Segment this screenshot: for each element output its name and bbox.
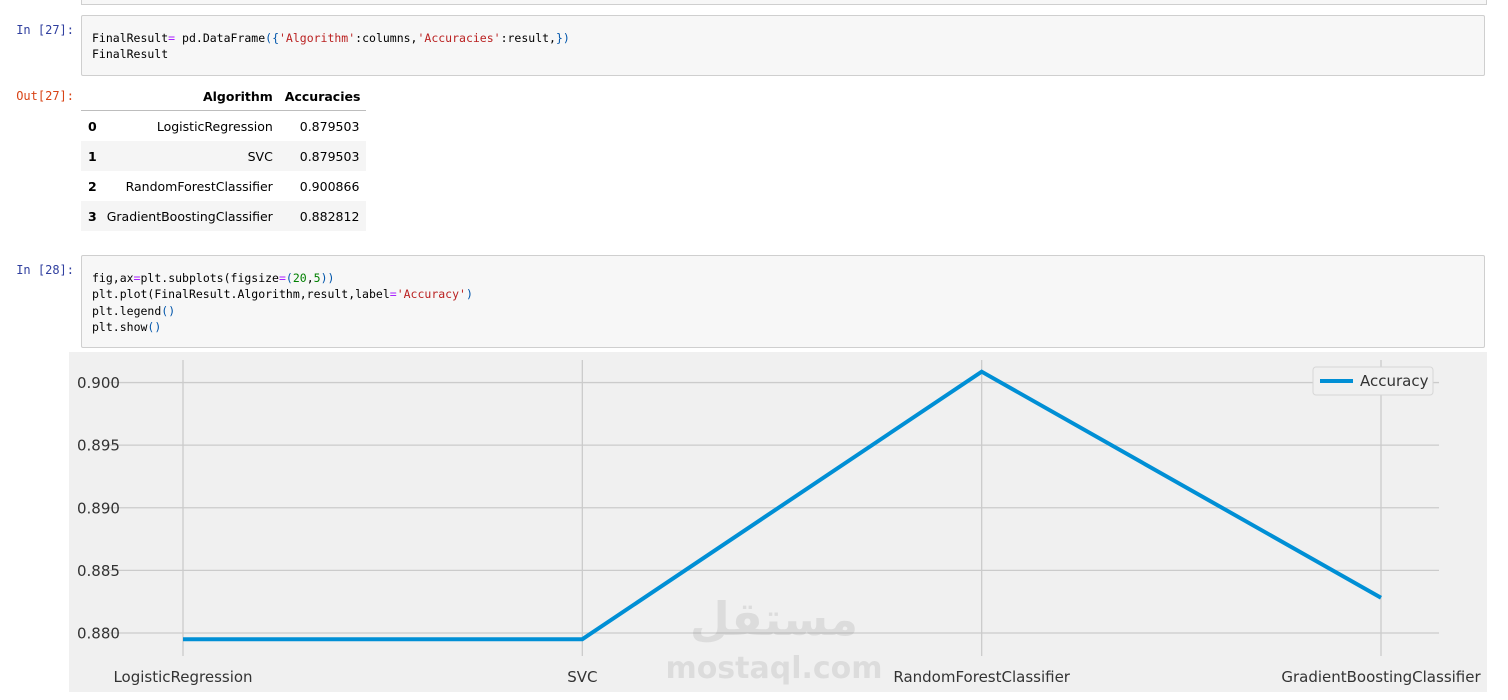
code-token: subplots(figsize: [168, 271, 279, 285]
watermark: مستقل mostaql.com: [665, 592, 882, 686]
x-tick-label: RandomForestClassifier: [893, 668, 1070, 686]
code-token: show: [119, 319, 148, 334]
legend-label: Accuracy: [1360, 372, 1429, 390]
code-token: FinalResult: [92, 31, 169, 45]
watermark-site: mostaql.com: [665, 651, 882, 686]
code-token: (): [161, 303, 176, 318]
code-token: DataFrame: [202, 31, 266, 45]
input-prompt: In [28]:: [16, 263, 74, 277]
row-index: 2: [88, 178, 97, 194]
algorithm-cell: LogisticRegression: [156, 118, 273, 134]
code-token: =: [278, 271, 286, 285]
code-token: )): [320, 271, 335, 285]
code-token: 'Accuracy': [396, 287, 466, 302]
code-token: FinalResult: [92, 47, 169, 62]
code-token: 5: [313, 271, 321, 285]
code-token: 'Accuracies': [417, 31, 501, 45]
code-token: ): [465, 287, 473, 302]
code-line: plt.show(): [92, 319, 1474, 335]
legend: Accuracy: [1312, 366, 1434, 396]
code-token: fig,ax: [92, 271, 134, 285]
code-token: plt: [140, 271, 162, 285]
code-token: .: [112, 287, 120, 302]
y-tick-label: 0.885: [77, 562, 120, 580]
code-token: 20: [292, 271, 307, 285]
code-token: plt: [92, 303, 113, 318]
accuracies-header: Accuracies: [278, 82, 367, 111]
code-token: (): [147, 319, 162, 334]
code-token: plt: [92, 287, 113, 302]
x-tick-label: GradientBoostingClassifier: [1281, 668, 1481, 686]
plot-output: 0.880 0.885 0.890 0.895 0.900 LogisticRegress…: [69, 352, 1487, 692]
code-token: ({: [265, 31, 279, 45]
output-prompt: Out[27]:: [16, 89, 74, 103]
input-prompt: In [27]:: [16, 23, 74, 37]
code-token: pd: [175, 31, 196, 45]
table-row: 2 RandomForestClassifier 0.900866: [81, 171, 367, 201]
code-line: plt.legend(): [92, 303, 1474, 319]
previous-cell-fragment: [81, 0, 1487, 5]
line-chart: 0.880 0.885 0.890 0.895 0.900 LogisticRegress…: [77, 360, 1481, 686]
code-token: .: [195, 31, 203, 45]
y-tick-label: 0.895: [77, 437, 120, 455]
code-token: :result,: [500, 31, 556, 45]
y-tick-label: 0.890: [77, 499, 120, 517]
code-line: FinalResult: [92, 46, 1474, 62]
algorithm-cell: RandomForestClassifier: [125, 178, 273, 194]
code-token: .: [112, 303, 120, 318]
table-row: 1 SVC 0.879503: [81, 141, 367, 171]
x-tick-label: LogisticRegression: [113, 668, 252, 686]
table-header-row: Algorithm Accuracies: [81, 82, 367, 111]
code-line: plt.plot(FinalResult.Algorithm,result,la…: [92, 286, 1474, 302]
accuracy-cell: 0.882812: [299, 208, 360, 224]
table-row: 0 LogisticRegression 0.879503: [81, 110, 367, 141]
x-tick-label: SVC: [567, 668, 597, 686]
algorithm-cell: GradientBoostingClassifier: [106, 208, 273, 224]
row-index: 1: [88, 148, 97, 164]
accuracy-cell: 0.879503: [299, 118, 360, 134]
code-token: .: [112, 319, 120, 334]
row-index: 3: [88, 208, 97, 224]
y-tick-label: 0.880: [77, 624, 120, 642]
code-token: =: [389, 287, 397, 302]
index-header: [81, 82, 101, 111]
code-line: FinalResult= pd.DataFrame({'Algorithm':c…: [92, 30, 1474, 46]
code-token: (: [285, 271, 293, 285]
row-index: 0: [88, 118, 97, 134]
code-token: :columns,: [355, 31, 418, 45]
code-token: legend: [119, 303, 162, 318]
code-cell-27[interactable]: FinalResult= pd.DataFrame({'Algorithm':c…: [81, 15, 1485, 76]
algorithm-header: Algorithm: [100, 82, 279, 111]
code-token: Algorithm,result,label: [237, 287, 390, 302]
code-token: 'Algorithm': [279, 31, 356, 45]
accuracy-cell: 0.900866: [299, 178, 360, 194]
watermark-logo: مستقل: [690, 592, 858, 646]
table-row: 3 GradientBoostingClassifier 0.882812: [81, 201, 367, 231]
code-token: plot(FinalResult: [119, 287, 231, 302]
y-tick-label: 0.900: [77, 374, 120, 392]
algorithm-cell: SVC: [247, 148, 273, 164]
code-cell-28[interactable]: fig,ax=plt.subplots(figsize=(20,5)) plt.p…: [81, 255, 1485, 348]
dataframe-table: Algorithm Accuracies 0 LogisticRegressio…: [81, 82, 367, 231]
code-token: plt: [92, 319, 113, 334]
code-token: ,: [306, 271, 314, 285]
code-line: fig,ax=plt.subplots(figsize=(20,5)): [92, 270, 1474, 286]
accuracy-cell: 0.879503: [299, 148, 360, 164]
code-token: }): [555, 31, 570, 45]
